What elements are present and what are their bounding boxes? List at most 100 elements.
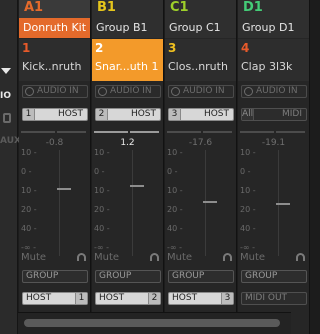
audio-in-button[interactable]: AUDIO IN bbox=[241, 85, 307, 98]
scale-tick: 10 - bbox=[21, 148, 37, 157]
peak-meter-right bbox=[276, 131, 305, 133]
fader-cap[interactable] bbox=[130, 185, 144, 187]
scale-tick: 40 - bbox=[240, 224, 256, 233]
scale-tick: 0 - bbox=[167, 167, 178, 176]
audio-in-label: AUDIO IN bbox=[183, 86, 225, 96]
aux-label[interactable]: AUX bbox=[0, 136, 21, 146]
scrollbar-thumb[interactable] bbox=[24, 319, 280, 327]
io-label[interactable]: IO bbox=[0, 91, 11, 101]
input-channel-number: All bbox=[242, 109, 254, 120]
volume-db-readout: -19.1 bbox=[261, 138, 286, 148]
sound-slot-1[interactable]: 1 Kick..nruth bbox=[19, 39, 90, 81]
output-channel-number: 2 bbox=[148, 293, 160, 304]
fader-cap[interactable] bbox=[57, 188, 71, 190]
audio-in-ring-icon bbox=[98, 87, 107, 96]
channel-strip-3: C1 Group C1 3 Clos..nruth AUDIO IN 3 HOS… bbox=[165, 0, 237, 334]
output-routing-select[interactable]: HOST 3 bbox=[168, 292, 234, 305]
volume-fader[interactable]: -17.6 10 - 0 - 10 - 20 - 40 - -∞ - Mute bbox=[165, 126, 236, 268]
group-name: Group D1 bbox=[238, 18, 309, 38]
input-routing-select[interactable]: 1 HOST bbox=[22, 108, 88, 121]
input-routing-select[interactable]: 3 HOST bbox=[168, 108, 234, 121]
volume-db-readout: -17.6 bbox=[188, 138, 213, 148]
audio-in-ring-icon bbox=[244, 87, 253, 96]
volume-db-readout: 1.2 bbox=[120, 138, 135, 148]
sound-slot-2[interactable]: 2 Snar...uth 1 bbox=[92, 39, 163, 81]
scale-tick: 10 - bbox=[94, 148, 110, 157]
left-strip: IO AUX bbox=[0, 0, 21, 334]
mute-button[interactable]: Mute bbox=[21, 252, 46, 263]
audio-in-button[interactable]: AUDIO IN bbox=[95, 85, 161, 98]
scale-tick: -∞ - bbox=[167, 243, 182, 252]
scale-tick: 20 - bbox=[167, 205, 183, 214]
sound-name: Clap 3l3k bbox=[241, 60, 293, 73]
input-routing-select[interactable]: 2 HOST bbox=[95, 108, 161, 121]
channel-strip-1: A1 Donruth Kit 1 Kick..nruth AUDIO IN 1 … bbox=[19, 0, 91, 334]
channel-strip-4: D1 Group D1 4 Clap 3l3k AUDIO IN All MID… bbox=[238, 0, 310, 334]
group-letter: A1 bbox=[24, 0, 44, 15]
collapse-triangle-icon[interactable] bbox=[1, 68, 11, 74]
sound-number: 1 bbox=[22, 41, 31, 55]
input-channel-number: 3 bbox=[169, 109, 181, 120]
output-routing-label: MIDI OUT bbox=[245, 293, 288, 303]
group-tab-1[interactable]: A1 Donruth Kit bbox=[19, 0, 90, 38]
output-routing-select[interactable]: HOST 1 bbox=[22, 292, 88, 305]
mute-button[interactable]: Mute bbox=[167, 252, 192, 263]
scale-tick: 10 - bbox=[167, 186, 183, 195]
sound-name: Clos..nruth bbox=[168, 60, 228, 73]
scale-tick: 20 - bbox=[240, 205, 256, 214]
output-routing-label: HOST bbox=[172, 293, 198, 303]
headphones-icon[interactable] bbox=[223, 253, 232, 261]
scale-tick: 20 - bbox=[21, 205, 37, 214]
group-tab-3[interactable]: C1 Group C1 bbox=[165, 0, 236, 38]
horizontal-scrollbar[interactable] bbox=[18, 312, 291, 334]
group-tab-2[interactable]: B1 Group B1 bbox=[92, 0, 163, 38]
mute-button[interactable]: Mute bbox=[240, 252, 265, 263]
input-channel-number: 1 bbox=[23, 109, 35, 120]
scale-tick: 40 - bbox=[21, 224, 37, 233]
meter-track bbox=[59, 150, 60, 256]
group-name: Group C1 bbox=[165, 18, 236, 38]
volume-fader[interactable]: -0.8 10 - 0 - 10 - 20 - 40 - -∞ - Mute bbox=[19, 126, 90, 268]
output-channel-number: 3 bbox=[221, 293, 233, 304]
sound-name: Snar...uth 1 bbox=[95, 60, 159, 73]
peak-meter-right bbox=[57, 131, 86, 133]
headphones-icon[interactable] bbox=[77, 253, 86, 261]
scale-tick: 10 - bbox=[94, 186, 110, 195]
group-button[interactable]: GROUP bbox=[241, 270, 307, 283]
scale-tick: 40 - bbox=[167, 224, 183, 233]
group-button[interactable]: GROUP bbox=[168, 270, 234, 283]
audio-in-ring-icon bbox=[25, 87, 34, 96]
audio-in-label: AUDIO IN bbox=[256, 86, 298, 96]
audio-in-ring-icon bbox=[171, 87, 180, 96]
group-button[interactable]: GROUP bbox=[95, 270, 161, 283]
scale-tick: -∞ - bbox=[21, 243, 36, 252]
audio-in-button[interactable]: AUDIO IN bbox=[22, 85, 88, 98]
fader-cap[interactable] bbox=[203, 201, 217, 203]
headphones-icon[interactable] bbox=[296, 253, 305, 261]
output-routing-label: HOST bbox=[99, 293, 125, 303]
audio-in-button[interactable]: AUDIO IN bbox=[168, 85, 234, 98]
group-button[interactable]: GROUP bbox=[22, 270, 88, 283]
output-routing-label: HOST bbox=[26, 293, 52, 303]
audio-in-label: AUDIO IN bbox=[37, 86, 79, 96]
input-routing-select[interactable]: All MIDI bbox=[241, 108, 307, 121]
output-routing-select[interactable]: MIDI OUT bbox=[241, 292, 307, 305]
input-routing-label: HOST bbox=[130, 109, 156, 119]
peak-meter-left bbox=[21, 131, 55, 133]
mute-button[interactable]: Mute bbox=[94, 252, 119, 263]
group-tab-4[interactable]: D1 Group D1 bbox=[238, 0, 309, 38]
sound-slot-3[interactable]: 3 Clos..nruth bbox=[165, 39, 236, 81]
sound-number: 4 bbox=[241, 41, 250, 55]
output-routing-select[interactable]: HOST 2 bbox=[95, 292, 161, 305]
scale-tick: 10 - bbox=[167, 148, 183, 157]
plug-icon bbox=[3, 113, 11, 123]
volume-fader[interactable]: 1.2 10 - 0 - 10 - 20 - 40 - -∞ - Mute bbox=[92, 126, 163, 268]
volume-fader[interactable]: -19.1 10 - 0 - 10 - 20 - 40 - -∞ - Mute bbox=[238, 126, 309, 268]
group-letter: D1 bbox=[243, 0, 263, 15]
input-routing-label: HOST bbox=[203, 109, 229, 119]
scale-tick: 10 - bbox=[240, 186, 256, 195]
fader-cap[interactable] bbox=[276, 203, 290, 205]
group-letter: B1 bbox=[97, 0, 116, 15]
sound-slot-4[interactable]: 4 Clap 3l3k bbox=[238, 39, 309, 81]
headphones-icon[interactable] bbox=[150, 253, 159, 261]
